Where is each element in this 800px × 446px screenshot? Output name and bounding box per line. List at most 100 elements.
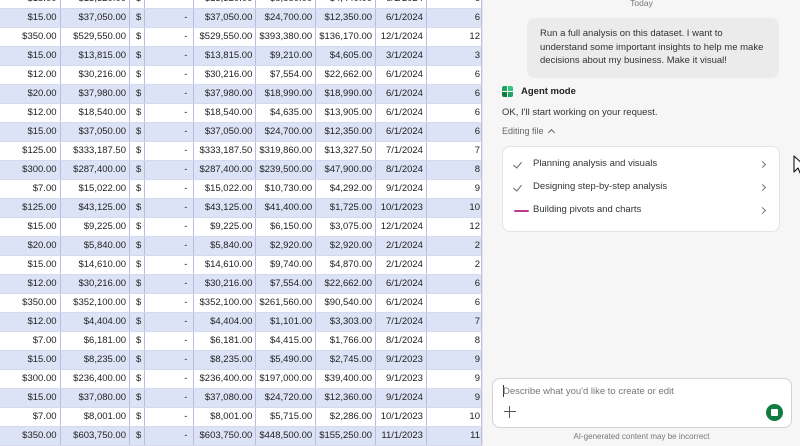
table-cell[interactable]: $ <box>129 103 146 123</box>
table-cell[interactable]: $6,181.00 <box>60 331 131 351</box>
table-cell[interactable]: $37,080.00 <box>60 388 131 408</box>
table-cell[interactable]: $18,540.00 <box>60 103 131 123</box>
table-cell[interactable]: $603,750.00 <box>193 426 257 446</box>
table-cell[interactable]: $4,404.00 <box>60 312 131 332</box>
table-cell[interactable]: 9 <box>426 350 482 370</box>
table-cell[interactable]: $12.00 <box>0 65 61 85</box>
table-cell[interactable]: $15.00 <box>0 217 61 237</box>
table-cell[interactable]: 9 <box>426 369 482 389</box>
table-cell[interactable]: $ <box>129 255 146 275</box>
table-cell[interactable]: $13,905.00 <box>315 103 377 123</box>
table-cell[interactable]: 2 <box>426 255 482 275</box>
step-item-designing[interactable]: Designing step-by-step analysis <box>503 177 779 199</box>
table-cell[interactable]: - <box>144 103 195 123</box>
table-cell[interactable]: $ <box>129 141 146 161</box>
table-cell[interactable]: $1,725.00 <box>315 198 377 218</box>
table-cell[interactable]: 7 <box>426 141 482 161</box>
table-cell[interactable]: $37,980.00 <box>60 84 131 104</box>
table-cell[interactable]: 2/1/2024 <box>375 236 427 256</box>
table-cell[interactable]: $18,990.00 <box>315 84 377 104</box>
table-cell[interactable]: - <box>144 198 195 218</box>
table-cell[interactable]: 2 <box>426 236 482 256</box>
table-cell[interactable]: $12.00 <box>0 274 61 294</box>
table-cell[interactable]: - <box>144 274 195 294</box>
table-cell[interactable]: $13,815.00 <box>60 46 131 66</box>
table-cell[interactable]: 8 <box>426 331 482 351</box>
table-cell[interactable]: 6/1/2024 <box>375 274 427 294</box>
table-cell[interactable]: 6/1/2024 <box>375 0 427 9</box>
table-cell[interactable]: $4,635.00 <box>255 103 317 123</box>
table-cell[interactable]: 12/1/2024 <box>375 27 427 47</box>
table-cell[interactable]: $5,715.00 <box>255 407 317 427</box>
table-cell[interactable]: $ <box>129 198 146 218</box>
table-cell[interactable]: $ <box>129 350 146 370</box>
table-cell[interactable]: $261,560.00 <box>255 293 317 313</box>
table-cell[interactable]: - <box>144 0 195 9</box>
table-cell[interactable]: $12,360.00 <box>315 388 377 408</box>
table-cell[interactable]: 6 <box>426 8 482 28</box>
table-cell[interactable]: $15,022.00 <box>193 179 257 199</box>
table-cell[interactable]: $7.00 <box>0 331 61 351</box>
table-cell[interactable]: $20.00 <box>0 236 61 256</box>
table-cell[interactable]: $1,101.00 <box>255 312 317 332</box>
table-cell[interactable]: $8,880.00 <box>255 0 317 9</box>
table-cell[interactable]: - <box>144 255 195 275</box>
table-cell[interactable]: $13,320.00 <box>193 0 257 9</box>
table-cell[interactable]: - <box>144 160 195 180</box>
table-cell[interactable]: 9 <box>426 388 482 408</box>
table-cell[interactable]: $ <box>129 369 146 389</box>
table-cell[interactable]: $6,150.00 <box>255 217 317 237</box>
table-cell[interactable]: $37,050.00 <box>193 8 257 28</box>
table-cell[interactable]: $37,080.00 <box>193 388 257 408</box>
step-item-planning[interactable]: Planning analysis and visuals <box>503 154 779 176</box>
table-cell[interactable]: $9,210.00 <box>255 46 317 66</box>
table-cell[interactable]: 6 <box>426 0 482 9</box>
table-cell[interactable]: $ <box>129 236 146 256</box>
table-cell[interactable]: 9/1/2024 <box>375 179 427 199</box>
table-cell[interactable]: $12.00 <box>0 312 61 332</box>
table-cell[interactable]: 9 <box>426 179 482 199</box>
spreadsheet-grid[interactable]: $15.00$13,320.00$-$13,320.00$8,880.00$4,… <box>0 0 482 446</box>
table-cell[interactable]: $7,554.00 <box>255 65 317 85</box>
table-cell[interactable]: 6 <box>426 274 482 294</box>
table-cell[interactable]: $ <box>129 388 146 408</box>
table-cell[interactable]: $350.00 <box>0 27 61 47</box>
table-cell[interactable]: $239,500.00 <box>255 160 317 180</box>
table-cell[interactable]: $37,050.00 <box>60 122 131 142</box>
table-cell[interactable]: $41,400.00 <box>255 198 317 218</box>
table-cell[interactable]: $4,404.00 <box>193 312 257 332</box>
table-cell[interactable]: $1,766.00 <box>315 331 377 351</box>
table-cell[interactable]: 11 <box>426 426 482 446</box>
table-cell[interactable]: $2,920.00 <box>315 236 377 256</box>
table-cell[interactable]: 7/1/2024 <box>375 141 427 161</box>
table-cell[interactable]: $529,550.00 <box>193 27 257 47</box>
table-cell[interactable]: $4,870.00 <box>315 255 377 275</box>
table-cell[interactable]: 6 <box>426 84 482 104</box>
table-cell[interactable]: $236,400.00 <box>60 369 131 389</box>
table-cell[interactable]: $15.00 <box>0 388 61 408</box>
table-cell[interactable]: $ <box>129 312 146 332</box>
step-item-building[interactable]: Building pivots and charts <box>503 200 779 222</box>
table-cell[interactable]: 9/1/2024 <box>375 388 427 408</box>
table-cell[interactable]: $15,022.00 <box>60 179 131 199</box>
table-cell[interactable]: 6/1/2024 <box>375 65 427 85</box>
table-cell[interactable]: $ <box>129 84 146 104</box>
table-cell[interactable]: $8,001.00 <box>60 407 131 427</box>
table-cell[interactable]: $15.00 <box>0 255 61 275</box>
table-cell[interactable]: $333,187.50 <box>60 141 131 161</box>
table-cell[interactable]: - <box>144 407 195 427</box>
table-cell[interactable]: $6,181.00 <box>193 331 257 351</box>
table-cell[interactable]: 8/1/2024 <box>375 331 427 351</box>
table-cell[interactable]: $12,350.00 <box>315 122 377 142</box>
table-cell[interactable]: 3/1/2024 <box>375 46 427 66</box>
table-cell[interactable]: $18,540.00 <box>193 103 257 123</box>
table-cell[interactable]: $13,327.50 <box>315 141 377 161</box>
table-cell[interactable]: - <box>144 46 195 66</box>
table-cell[interactable]: $ <box>129 27 146 47</box>
table-cell[interactable]: 6/1/2024 <box>375 122 427 142</box>
table-cell[interactable]: 7 <box>426 312 482 332</box>
table-cell[interactable]: $9,225.00 <box>60 217 131 237</box>
table-cell[interactable]: 6/1/2024 <box>375 84 427 104</box>
table-cell[interactable]: $24,720.00 <box>255 388 317 408</box>
table-cell[interactable]: 3 <box>426 46 482 66</box>
